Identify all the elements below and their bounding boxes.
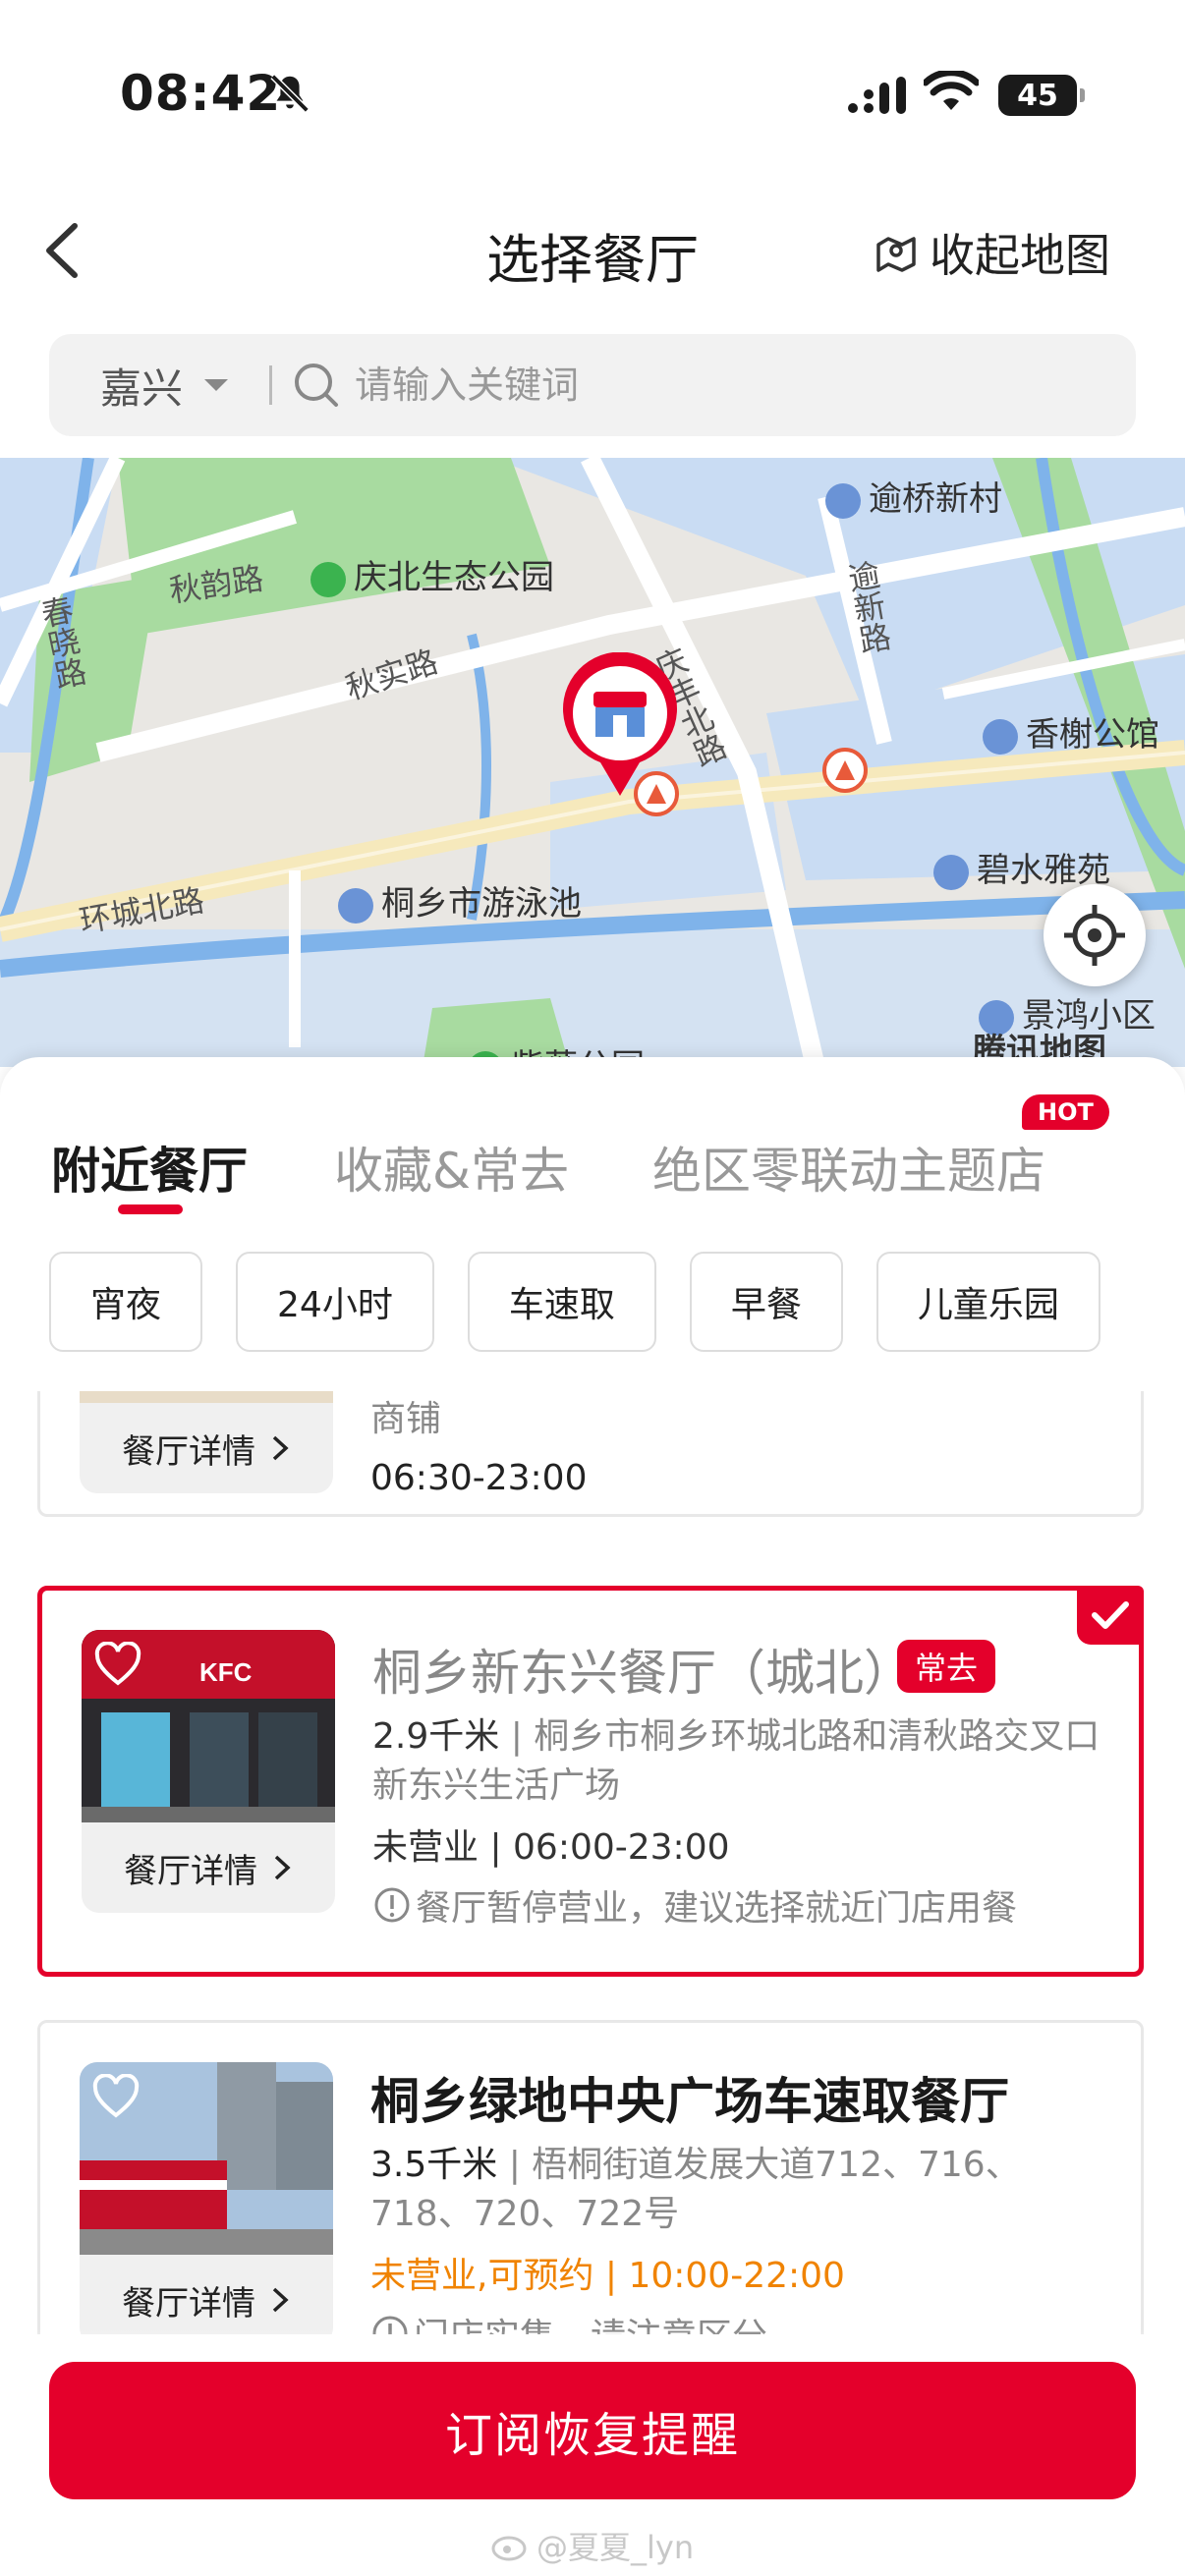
store-hours: 未营业 | 06:00-23:00 [372, 1827, 730, 1868]
restaurant-detail-button[interactable]: 餐厅详情 [80, 2255, 333, 2334]
store-distance: 2.9千米 [372, 1716, 500, 1757]
store-photo [80, 2062, 333, 2255]
poi-house-icon [983, 718, 1018, 755]
poi-house-icon [825, 482, 861, 519]
map-pin-outline-icon [876, 237, 916, 272]
status-time: 08:42 [120, 65, 282, 122]
restaurant-sheet: 附近餐厅 收藏&常去 绝区零联动主题店 HOT 宵夜 24小时 车速取 早餐 儿… [0, 1057, 1185, 2576]
selected-check-badge [1077, 1586, 1144, 1645]
status-bar: 08:42 45 [0, 0, 1185, 187]
chevron-right-icon [274, 1855, 291, 1880]
poi-swim-icon [338, 887, 373, 924]
poi-tree-icon [310, 561, 346, 597]
signal-icon [848, 77, 906, 114]
weibo-logo-icon [491, 2536, 527, 2561]
wifi-icon [924, 71, 979, 110]
store-name: 桐乡新东兴餐厅（城北） [372, 1645, 913, 1702]
chevron-right-icon [272, 2287, 289, 2313]
poi-house-icon [933, 854, 969, 890]
search-icon [295, 364, 339, 407]
store-hours: 06:30-23:00 [370, 1458, 588, 1498]
bell-muted-icon [270, 74, 310, 113]
active-tab-indicator [118, 1204, 183, 1214]
map-label: 庆北生态公园 [310, 550, 554, 598]
hot-badge: HOT [1022, 1094, 1109, 1130]
check-icon [1092, 1601, 1129, 1629]
filter-chip[interactable]: 24小时 [236, 1252, 434, 1352]
crosshair-icon [1064, 905, 1125, 966]
thumb-edge [80, 1391, 333, 1403]
chevron-right-icon [272, 1435, 289, 1461]
store-sign-text: KFC [199, 1657, 253, 1687]
map-label: 香榭公馆 [983, 707, 1159, 756]
construction-icon [822, 748, 868, 793]
search-input[interactable] [355, 364, 945, 407]
store-hours: 未营业,可预约 | 10:00-22:00 [370, 2256, 845, 2296]
restaurant-card[interactable]: 餐厅详情 商铺 06:30-23:00 [37, 1391, 1144, 1517]
info-icon [374, 1887, 410, 1923]
filter-chip[interactable]: 儿童乐园 [875, 1252, 1100, 1352]
search-bar: 嘉兴 [49, 334, 1136, 436]
store-address: 3.5千米 | 梧桐街道发展大道712、716、718、720、722号 [370, 2145, 1021, 2234]
store-location-pin-icon[interactable] [556, 652, 684, 800]
heart-icon[interactable] [93, 1642, 142, 1687]
restaurant-list[interactable]: 餐厅详情 商铺 06:30-23:00 KFC 餐厅详情 桐乡新东兴餐厅（城北）… [0, 1391, 1185, 2334]
store-address: 2.9千米 | 桐乡市桐乡环城北路和清秋路交叉口新东兴生活广场 [372, 1716, 1100, 1806]
frequent-tag: 常去 [897, 1640, 996, 1693]
store-notice: 餐厅暂停营业，建议选择就近门店用餐 [372, 1879, 1017, 1931]
tab-nearby[interactable]: 附近餐厅 [51, 1132, 248, 1203]
restaurant-card[interactable]: 餐厅详情 桐乡绿地中央广场车速取餐厅 3.5千米 | 梧桐街道发展大道712、7… [37, 2020, 1144, 2334]
search-divider [269, 365, 273, 405]
heart-icon[interactable] [91, 2074, 141, 2119]
map-label: 桐乡市游泳池 [338, 876, 582, 924]
watermark: @夏夏_lyn [491, 2523, 694, 2568]
filter-chips: 宵夜 24小时 车速取 早餐 儿童乐园 [49, 1252, 1100, 1352]
tab-favorites[interactable]: 收藏&常去 [334, 1132, 569, 1203]
restaurant-detail-button[interactable]: 餐厅详情 [80, 1403, 333, 1493]
locate-me-button[interactable] [1044, 884, 1146, 986]
restaurant-card-selected[interactable]: KFC 餐厅详情 桐乡新东兴餐厅（城北） 常去 2.9千米 | 桐乡市桐乡环城北… [37, 1586, 1144, 1977]
filter-chip[interactable]: 车速取 [467, 1252, 656, 1352]
subscribe-reminder-button[interactable]: 订阅恢复提醒 [49, 2362, 1136, 2499]
tab-theme-store[interactable]: 绝区零联动主题店 [652, 1132, 1045, 1203]
store-photo: KFC [82, 1630, 335, 1822]
store-name: 桐乡绿地中央广场车速取餐厅 [370, 2073, 1009, 2130]
collapse-map-button[interactable]: 收起地图 [873, 220, 1110, 285]
store-distance: 3.5千米 [370, 2145, 498, 2185]
map-label: 逾桥新村 [825, 472, 1002, 520]
map-label: 碧水雅苑 [933, 843, 1110, 891]
collapse-map-label: 收起地图 [930, 229, 1110, 282]
battery-indicator: 45 [998, 75, 1085, 116]
store-address: 商铺 [370, 1399, 442, 1439]
filter-chip[interactable]: 早餐 [689, 1252, 843, 1352]
city-selector[interactable]: 嘉兴 [100, 356, 183, 416]
restaurant-detail-button[interactable]: 餐厅详情 [82, 1822, 335, 1913]
filter-chip[interactable]: 宵夜 [49, 1252, 203, 1352]
caret-down-icon[interactable] [204, 379, 229, 391]
